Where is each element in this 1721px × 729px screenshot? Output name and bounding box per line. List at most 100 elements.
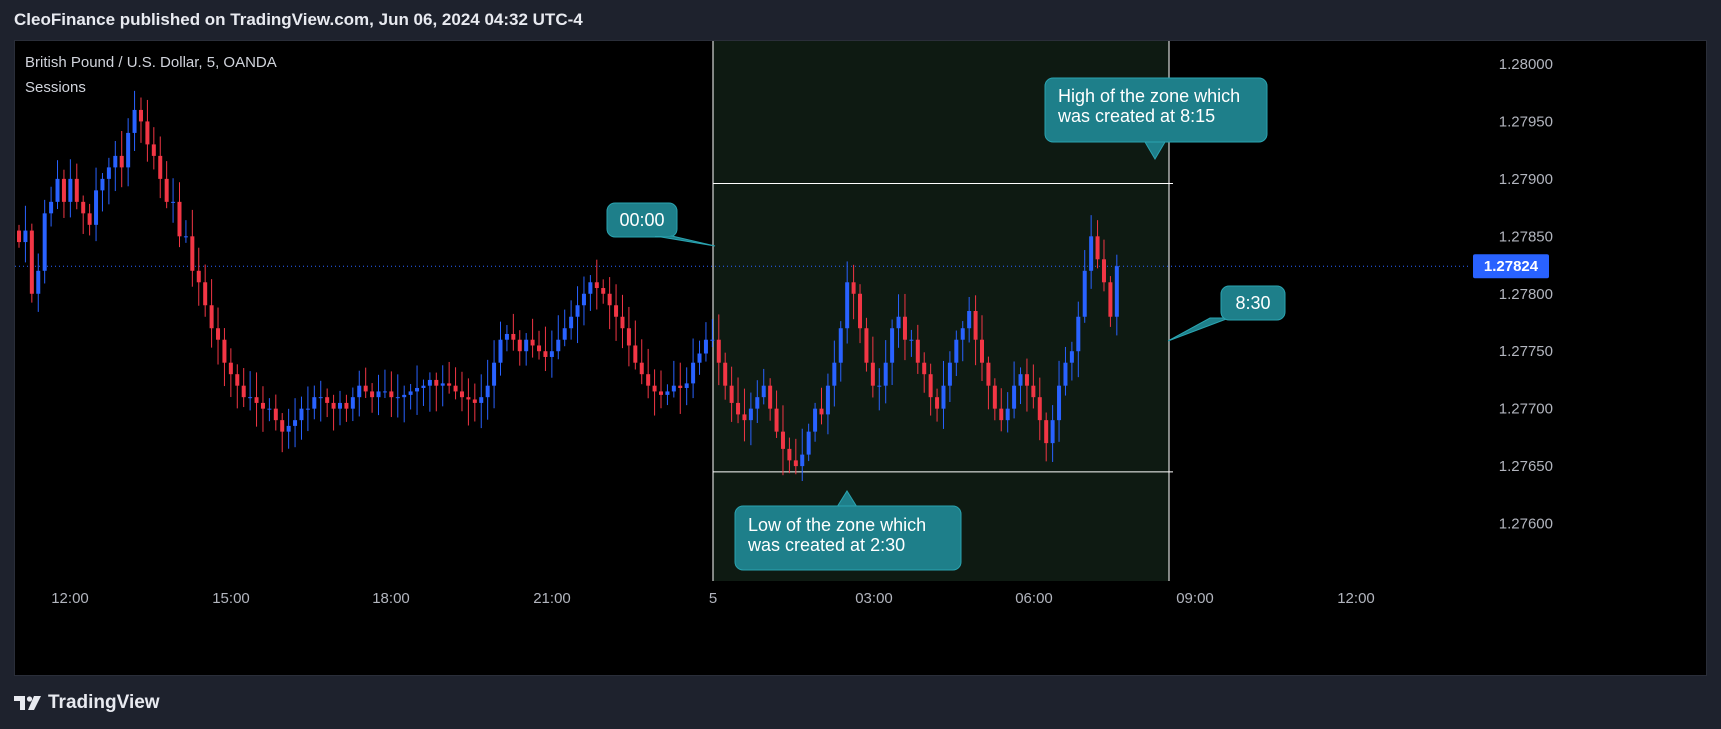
candle-body [61,178,66,202]
time-tick-label: 18:00 [372,590,410,607]
candle-body [1089,236,1094,271]
candle-body [260,402,265,409]
price-axis[interactable]: 1.28000 1.27950 1.27900 1.27850 1.27800 1.277… [1499,56,1553,533]
candle-body [312,397,317,409]
candle-body [935,397,940,409]
candle-body [787,448,792,461]
candle-body [350,397,355,409]
candle-body [87,213,92,225]
candle-body [49,201,54,214]
candle-body [504,333,509,340]
candle-body [132,109,137,133]
candle-body [588,282,593,294]
candle-body [376,391,381,398]
candle-body [1031,385,1036,398]
time-tick-label: 06:00 [1015,590,1053,607]
candle-body [594,282,599,289]
candle-body [453,385,458,392]
candle-body [106,167,111,179]
candle-body [357,385,362,398]
candle-body [1069,351,1074,363]
candle-body [280,420,285,432]
candle-body [203,282,208,306]
callout-session-start[interactable]: 00:00 [606,202,716,248]
candle-body [813,408,818,432]
candle-body [973,311,978,340]
candle-body [427,379,432,386]
candle-body [119,155,124,168]
candle-body [286,425,291,432]
callout-start-label: 00:00 [619,210,664,230]
candle-body [845,282,850,329]
candle-body [17,230,21,243]
candle-body [1095,236,1100,260]
time-tick-label: 09:00 [1176,590,1214,607]
candle-body [870,362,875,386]
time-tick-label: 12:00 [51,590,89,607]
candle-body [909,339,914,341]
candle-body [196,270,201,283]
candle-body [68,178,73,202]
callout-session-end[interactable]: 8:30 [1167,285,1286,342]
candle-body [1108,282,1113,317]
time-tick-label: 15:00 [212,590,250,607]
candle-body [890,328,895,363]
candle-body [1063,362,1068,386]
candle-body [23,230,28,243]
candle-body [94,190,99,225]
candle-body [1057,385,1062,421]
candle-body [524,339,529,352]
footer: TradingView [14,690,160,716]
candle-body [1114,266,1119,317]
candlestick-chart[interactable]: British Pound / U.S. Dollar, 5, OANDA Se… [15,41,1706,675]
chart-panel[interactable]: British Pound / U.S. Dollar, 5, OANDA Se… [14,40,1707,676]
low-note-line-1: Low of the zone which [748,515,926,535]
candle-body [1012,385,1017,409]
candle-body [318,397,323,399]
candle-body [678,385,683,388]
candle-body [915,339,920,363]
candle-body [543,351,548,357]
candle-body [402,394,407,398]
candle-body [1082,270,1087,317]
candle-body [626,328,631,346]
candle-body [517,339,522,352]
candle-body [370,391,375,398]
candle-body [113,155,118,168]
candle-body [992,385,997,409]
price-tick-label: 1.27950 [1499,113,1553,130]
candle-body [498,339,503,363]
candle-body [183,236,188,238]
candle-body [980,339,984,363]
candle-body [601,288,606,294]
candle-body [614,305,619,317]
candle-body [896,316,901,329]
candle-body [126,132,131,168]
candle-body [421,385,426,388]
candle-body [382,391,387,393]
candle-body [710,339,715,341]
tradingview-logo-icon [14,696,41,710]
candle-body [447,383,452,386]
candle-body [42,213,47,271]
candle-body [768,385,773,409]
candle-body [158,155,163,179]
symbol-legend: British Pound / U.S. Dollar, 5, OANDA [25,54,277,71]
candle-body [1101,259,1106,283]
price-tick-label: 1.27800 [1499,286,1553,303]
candle-body [1050,420,1055,444]
publish-header: CleoFinance published on TradingView.com… [14,10,583,29]
time-tick-label: 12:00 [1337,590,1375,607]
candle-body [780,431,785,449]
candle-body [151,144,156,156]
candle-body [569,316,574,329]
time-axis[interactable]: 12:00 15:00 18:00 21:00 5 03:00 06:00 09:00 12:0… [51,590,1375,607]
high-note-line-2: was created at 8:15 [1057,106,1215,126]
candle-body [138,109,143,122]
candle-body [177,201,182,237]
candle-body [331,402,336,409]
candle-body [793,460,798,467]
candle-body [485,385,490,398]
price-tick-label: 1.27650 [1499,458,1553,475]
candle-body [575,305,580,317]
